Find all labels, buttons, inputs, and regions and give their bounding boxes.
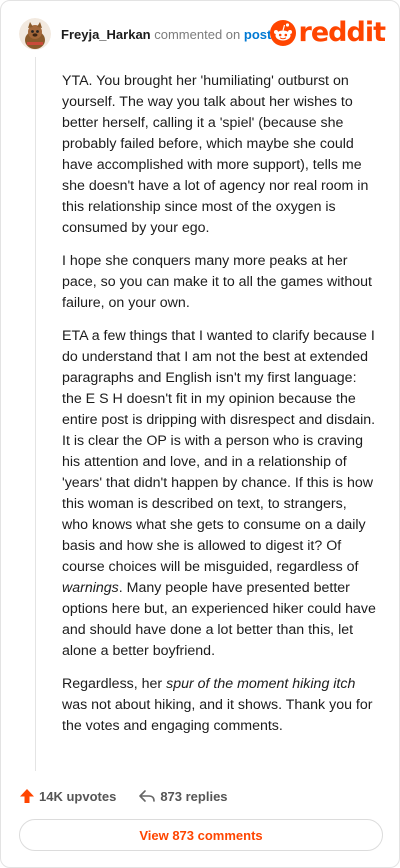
- comment-paragraph: ETA a few things that I wanted to clarif…: [62, 326, 376, 662]
- reddit-snoo-icon: [269, 19, 296, 46]
- user-avatar-icon: [19, 18, 51, 50]
- comment-emphasis: spur of the moment hiking itch: [166, 676, 356, 692]
- avatar[interactable]: [19, 18, 51, 50]
- reply-arrow-icon: [139, 790, 156, 802]
- view-comments-button[interactable]: View 873 comments: [19, 819, 383, 851]
- comment-emphasis: warnings: [62, 580, 119, 596]
- post-link[interactable]: post: [244, 27, 271, 42]
- reddit-logo[interactable]: reddit: [269, 17, 386, 48]
- comment-meta: Freyja_Harkan commented on post: [61, 27, 271, 42]
- comment-paragraph: I hope she conquers many more peaks at h…: [62, 253, 372, 311]
- upvote-button[interactable]: 14K upvotes: [19, 788, 116, 804]
- comment-body: YTA. You brought her 'humiliating' outbu…: [62, 71, 376, 749]
- comment-header: Freyja_Harkan commented on post reddit: [19, 15, 386, 53]
- reddit-wordmark: reddit: [298, 17, 386, 48]
- comment-text: Regardless, her: [62, 676, 167, 692]
- reply-button[interactable]: 873 replies: [138, 788, 228, 804]
- comment-paragraph: YTA. You brought her 'humiliating' outbu…: [62, 73, 369, 236]
- upvote-count: 14K upvotes: [39, 788, 117, 804]
- comment-text: was not about hiking, and it shows. Than…: [62, 697, 373, 734]
- comment-card: Freyja_Harkan commented on post reddit Y…: [0, 0, 400, 868]
- reply-count: 873 replies: [160, 788, 228, 804]
- commented-on-label: commented on: [154, 26, 241, 42]
- thread-line[interactable]: [35, 57, 36, 771]
- upvote-arrow-icon: [20, 789, 34, 803]
- comment-actions: 14K upvotes 873 replies: [19, 784, 228, 808]
- comment-paragraph: Regardless, her spur of the moment hikin…: [62, 674, 376, 737]
- comment-text: ETA a few things that I wanted to clarif…: [62, 328, 376, 575]
- username-link[interactable]: Freyja_Harkan: [61, 27, 151, 42]
